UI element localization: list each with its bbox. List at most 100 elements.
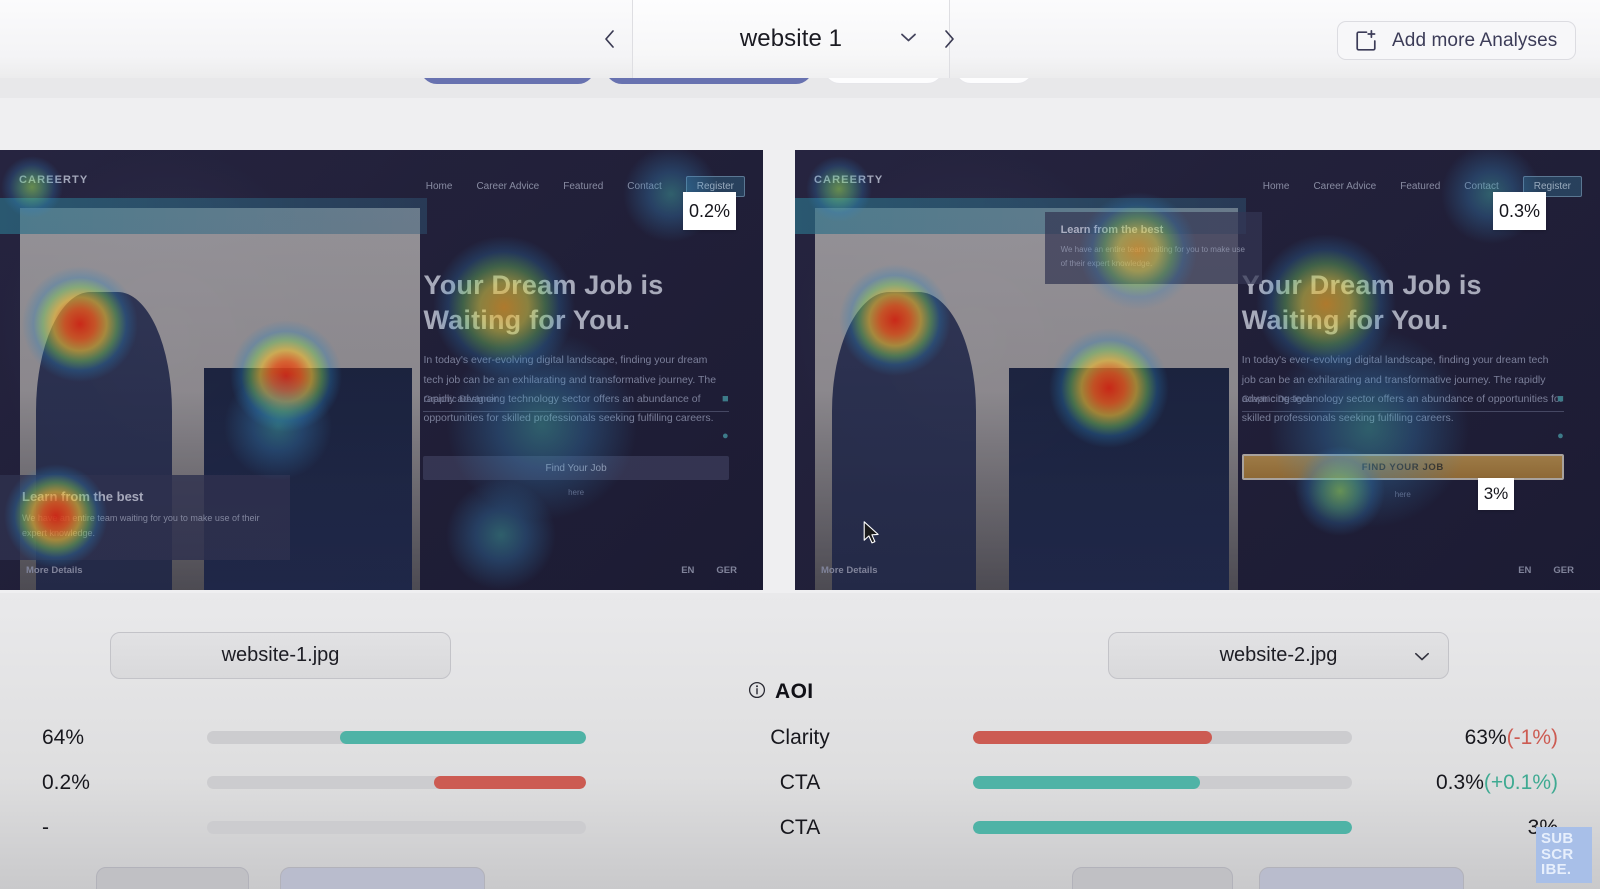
right-value-main: 0.3% (1436, 770, 1484, 794)
nav-item-contact[interactable]: Contact (627, 181, 661, 192)
callout-left-register: 0.2% (683, 192, 736, 230)
job-search-placeholder: Graphic Designer (423, 393, 498, 405)
aoi-title: AOI (775, 680, 814, 703)
nav-item-career-advice[interactable]: Career Advice (476, 181, 539, 192)
subscribe-watermark: SUB SCR IBE. (1536, 827, 1592, 883)
website-preview-right[interactable]: CAREERTY Home Career Advice Featured Con… (795, 150, 1600, 590)
chevron-right-icon (944, 30, 954, 48)
right-value: 3% (1218, 816, 1558, 840)
bottom-action-stubs (0, 861, 1600, 889)
site-brand: CAREERTY (19, 174, 89, 186)
nav-item-featured[interactable]: Featured (1400, 181, 1440, 192)
map-pin-icon: ● (1557, 430, 1564, 442)
location-field[interactable]: ● (423, 430, 729, 448)
bottom-button-stub-1[interactable] (96, 867, 249, 889)
find-job-button[interactable]: Find Your Job (423, 456, 729, 480)
chevron-down-icon (1414, 644, 1430, 667)
watermark-line-2: SCR (1541, 845, 1574, 863)
left-bar-track (207, 731, 586, 744)
analysis-select[interactable]: website 1 (633, 0, 949, 78)
language-switcher: EN GER (1518, 565, 1574, 576)
right-file-label: website-2.jpg (1219, 644, 1338, 666)
analysis-comparison-app: CAREERTY Home Career Advice Featured Con… (0, 0, 1600, 889)
learn-title: Learn from the best (1060, 224, 1164, 236)
map-pin-icon: ● (722, 430, 729, 442)
hero-title: Your Dream Job is Waiting for You. (1241, 270, 1482, 335)
job-search-placeholder: Graphic Designer (1241, 393, 1316, 405)
mock-website-left: CAREERTY Home Career Advice Featured Con… (0, 150, 763, 590)
right-value-delta: (-1%) (1506, 725, 1558, 749)
site-footer: More Details EN GER (0, 565, 763, 576)
nav-item-home[interactable]: Home (426, 181, 453, 192)
metric-row: 0.2% CTA 0.3%(+0.1%) (0, 760, 1600, 805)
find-job-button[interactable]: FIND YOUR JOB (1241, 454, 1564, 480)
nav-item-featured[interactable]: Featured (563, 181, 603, 192)
location-field[interactable]: ● (1242, 430, 1564, 448)
metric-label: CTA (779, 770, 821, 794)
lang-ger[interactable]: GER (716, 565, 737, 576)
left-file-button[interactable]: website-1.jpg (110, 632, 451, 679)
left-value: 64% (42, 725, 85, 749)
learn-body: We have an entire team waiting for you t… (1060, 245, 1245, 268)
right-file-select[interactable]: website-2.jpg (1108, 632, 1449, 679)
cta-subnote[interactable]: here (423, 488, 728, 497)
left-value: - (42, 815, 49, 839)
comparison-panel: website-1.jpg AOI website-2.jpg 64% Clar… (0, 593, 1600, 889)
add-more-analyses-button[interactable]: Add more Analyses (1337, 21, 1577, 60)
watermark-line-1: SUB (1541, 830, 1574, 848)
nav-item-home[interactable]: Home (1263, 181, 1290, 192)
metric-label: CTA (779, 815, 821, 839)
watermark-line-3: IBE. (1541, 861, 1572, 879)
mouse-cursor (863, 521, 880, 551)
left-bar-track (207, 776, 586, 789)
cta-subnote[interactable]: here (1242, 490, 1564, 499)
metric-label: Clarity (770, 725, 830, 749)
site-brand: CAREERTY (814, 174, 884, 186)
job-search-field[interactable]: Graphic Designer ■ (423, 393, 729, 412)
info-icon[interactable] (748, 681, 766, 704)
job-search-field[interactable]: Graphic Designer ■ (1241, 393, 1564, 412)
chevron-left-icon (604, 30, 614, 48)
lang-en[interactable]: EN (1518, 565, 1531, 576)
website-preview-left[interactable]: CAREERTY Home Career Advice Featured Con… (0, 150, 763, 590)
briefcase-icon: ■ (722, 393, 729, 405)
add-frame-icon (1356, 29, 1376, 51)
left-value: 0.2% (42, 770, 90, 794)
callout-right-register: 0.3% (1493, 192, 1546, 230)
analysis-select-label: website 1 (739, 25, 843, 52)
bottom-button-stub-4[interactable] (1259, 867, 1464, 889)
aoi-header: AOI (748, 680, 814, 704)
lang-en[interactable]: EN (681, 565, 694, 576)
mock-website-right: CAREERTY Home Career Advice Featured Con… (795, 150, 1600, 590)
add-more-analyses-label: Add more Analyses (1392, 29, 1558, 51)
hero-body: In today's ever-evolving digital landsca… (423, 354, 717, 425)
right-bar-fill (973, 776, 1201, 789)
preview-strip: CAREERTY Home Career Advice Featured Con… (0, 98, 1600, 593)
prev-analysis-button[interactable] (592, 22, 626, 56)
nav-item-career-advice[interactable]: Career Advice (1313, 181, 1376, 192)
right-value-main: 63% (1464, 725, 1507, 749)
learn-title: Learn from the best (22, 489, 144, 504)
nav-item-contact[interactable]: Contact (1464, 181, 1498, 192)
site-footer: More Details EN GER (795, 565, 1600, 576)
left-bar-fill (339, 731, 586, 744)
learn-body: We have an entire team waiting for you t… (22, 513, 260, 539)
more-details-link[interactable]: More Details (26, 565, 83, 576)
more-details-link[interactable]: More Details (821, 565, 878, 576)
bottom-button-stub-2[interactable] (280, 867, 485, 889)
next-analysis-button[interactable] (932, 22, 966, 56)
hero-title: Your Dream Job is Waiting for You. (423, 270, 664, 335)
chevron-down-icon (900, 30, 917, 48)
metric-row: - CTA 3% (0, 805, 1600, 850)
left-bar-track (207, 821, 586, 834)
right-value: 63%(-1%) (1218, 726, 1558, 750)
bottom-button-stub-3[interactable] (1072, 867, 1233, 889)
metrics-list: 64% Clarity 63%(-1%) 0.2% CTA 0.3%(+0.1%… (0, 715, 1600, 850)
right-value: 0.3%(+0.1%) (1218, 771, 1558, 795)
language-switcher: EN GER (681, 565, 737, 576)
lang-ger[interactable]: GER (1553, 565, 1574, 576)
left-bar-fill (434, 776, 586, 789)
metric-row: 64% Clarity 63%(-1%) (0, 715, 1600, 760)
right-value-delta: (+0.1%) (1483, 770, 1558, 794)
right-bar-fill (973, 731, 1212, 744)
